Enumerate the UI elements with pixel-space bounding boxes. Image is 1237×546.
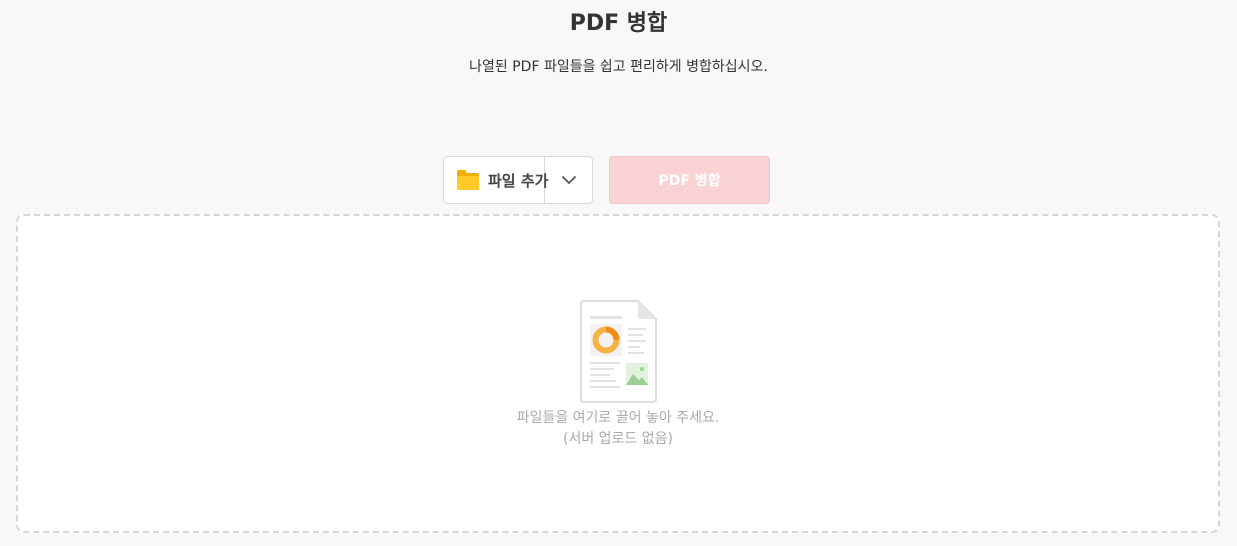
page-subtitle: 나열된 PDF 파일들을 쉽고 편리하게 병합하십시오. bbox=[469, 59, 768, 75]
drop-instructions-line1: 파일들을 여기로 끌어 놓아 주세요. bbox=[516, 410, 720, 426]
drop-instructions: 파일들을 여기로 끌어 놓아 주세요. (서버 업로드 없음) bbox=[18, 408, 1218, 450]
chevron-down-icon bbox=[561, 175, 577, 185]
add-file-label: 파일 추가 bbox=[488, 171, 549, 190]
folder-icon bbox=[456, 169, 480, 191]
add-file-group: 파일 추가 bbox=[443, 156, 593, 204]
drop-instructions-line2: (서버 업로드 없음) bbox=[563, 431, 673, 447]
merge-pdf-button[interactable]: PDF 병합 bbox=[609, 156, 770, 204]
document-icon bbox=[580, 300, 658, 408]
toolbar: 파일 추가 PDF 병합 bbox=[443, 156, 770, 204]
add-file-dropdown-toggle[interactable] bbox=[545, 157, 592, 203]
add-file-button[interactable]: 파일 추가 bbox=[444, 157, 549, 203]
file-drop-zone[interactable]: 파일들을 여기로 끌어 놓아 주세요. (서버 업로드 없음) bbox=[16, 214, 1220, 533]
page-title: PDF 병합 bbox=[569, 11, 668, 36]
